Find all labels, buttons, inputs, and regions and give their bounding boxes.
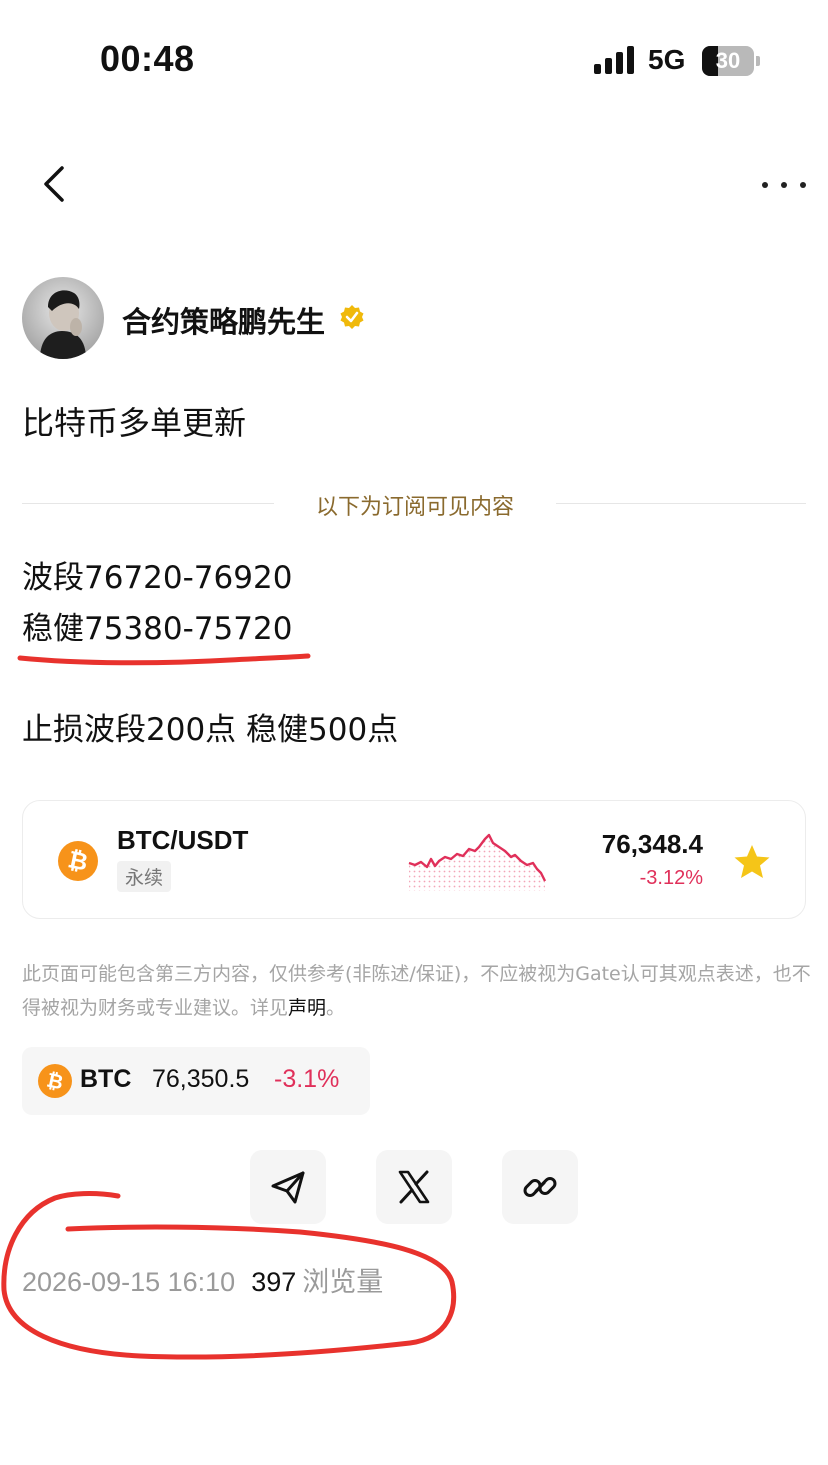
view-count: 397 [251, 1267, 297, 1297]
post-meta: 2026-09-15 16:10 397 浏览量 [22, 1260, 383, 1299]
ticker-price: 76,348.4 [601, 829, 703, 859]
disclaimer-end: 。 [326, 997, 346, 1019]
coin-symbol: BTC [80, 1065, 132, 1093]
more-button[interactable] [756, 168, 812, 198]
btc-icon: ₿ [38, 1064, 72, 1098]
share-x-button[interactable] [376, 1150, 452, 1224]
avatar[interactable] [22, 277, 104, 359]
post-date: 2026-09-15 16:10 [22, 1267, 236, 1297]
ticker-change: -3.12% [639, 867, 703, 889]
battery-icon: 30 [702, 46, 754, 76]
subscribe-divider-label: 以下为订阅可见内容 [315, 495, 514, 520]
verified-badge-icon [340, 305, 364, 329]
disclaimer-text: 此页面可能包含第三方内容，仅供参考(非陈述/保证)，不应被视为Gate认可其观点… [22, 963, 811, 1019]
coin-chip[interactable]: ₿ BTC 76,350.5 -3.1% [22, 1047, 370, 1115]
ticker-pair: BTC/USDT [117, 825, 249, 855]
link-icon [523, 1177, 557, 1197]
author-row: 合约策略鹏先生 [22, 277, 622, 359]
battery-level: 30 [715, 48, 741, 73]
status-bar: 00:48 5G 30 [0, 0, 828, 120]
network-type: 5G [648, 44, 686, 75]
contract-type-badge: 永续 [117, 861, 172, 892]
post-title: 比特币多单更新 [22, 404, 247, 442]
sparkline-chart [408, 833, 547, 891]
disclaimer-link[interactable]: 声明 [288, 997, 326, 1019]
favorite-star-icon[interactable] [733, 844, 771, 880]
divider-right [556, 503, 806, 504]
divider-left [22, 503, 274, 504]
ticker-card[interactable]: ₿ BTC/USDT 永续 76,348.4 -3.12% [22, 800, 806, 919]
share-telegram-button[interactable] [250, 1150, 326, 1224]
battery-cap [756, 56, 760, 66]
btc-icon: ₿ [58, 841, 98, 881]
signal-icon [594, 46, 636, 74]
top-nav [0, 150, 828, 220]
chevron-left-icon [44, 166, 64, 202]
copy-link-button[interactable] [502, 1150, 578, 1224]
coin-change: -3.1% [274, 1065, 340, 1093]
view-count-label: 浏览量 [302, 1267, 384, 1298]
coin-price: 76,350.5 [152, 1065, 250, 1093]
author-name[interactable]: 合约策略鹏先生 [122, 299, 325, 341]
x-icon [398, 1170, 430, 1204]
content-line: 波段76720-76920 [22, 560, 293, 596]
content-line: 止损波段200点 稳健500点 [22, 712, 399, 748]
status-time: 00:48 [100, 38, 195, 79]
underline-annotation [17, 653, 311, 666]
disclaimer: 此页面可能包含第三方内容，仅供参考(非陈述/保证)，不应被视为Gate认可其观点… [22, 957, 812, 1025]
back-button[interactable] [36, 162, 76, 206]
send-icon [271, 1171, 305, 1204]
content-line: 稳健75380-75720 [22, 611, 293, 647]
